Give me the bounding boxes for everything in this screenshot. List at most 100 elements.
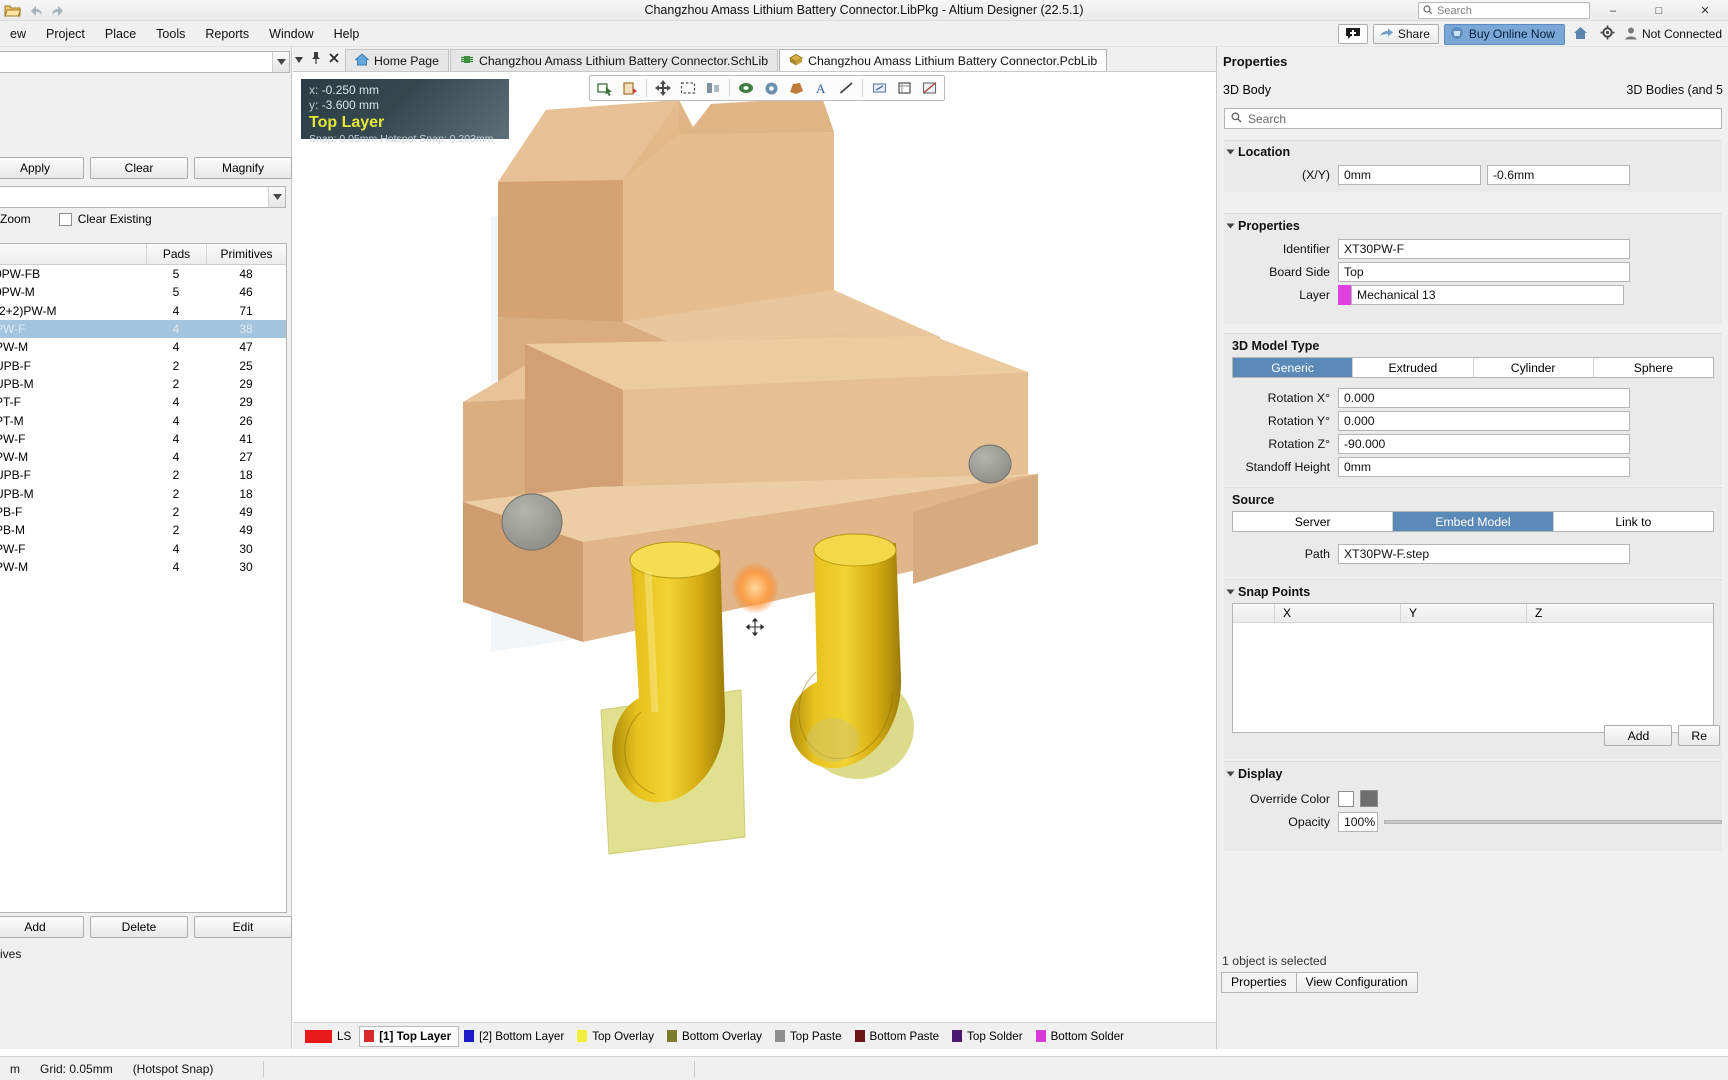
chevron-down-icon[interactable] <box>272 52 289 72</box>
menu-reports[interactable]: Reports <box>195 22 259 46</box>
add-snap-point-button[interactable]: Add <box>1604 725 1673 746</box>
properties-search-input[interactable]: Search <box>1224 108 1722 129</box>
place-line-icon[interactable] <box>834 77 858 99</box>
layer-color-swatch[interactable] <box>1338 284 1351 305</box>
model-type-option-sphere[interactable]: Sphere <box>1593 358 1713 377</box>
pcb-3d-canvas[interactable]: A x: -0.250 mm y: -3.600 mm Top Layer Sn… <box>293 72 1216 1022</box>
place-via-icon[interactable] <box>759 77 783 99</box>
column-header-name[interactable] <box>0 244 146 265</box>
source-segmented-control[interactable]: Server Embed Model Link to <box>1232 511 1714 532</box>
select-area-icon[interactable] <box>676 77 700 99</box>
chevron-down-icon-2[interactable] <box>268 187 285 207</box>
doc-tab-home-page[interactable]: Home Page <box>345 49 449 71</box>
snap-points-header[interactable]: Snap Points <box>1224 580 1722 600</box>
column-header-primitives[interactable]: Primitives <box>206 243 286 265</box>
location-y-input[interactable]: -0.6mm <box>1487 164 1630 185</box>
table-row[interactable]: 0PW-FB 5 48 <box>0 265 286 283</box>
model-type-segmented-control[interactable]: Generic Extruded Cylinder Sphere <box>1232 357 1714 378</box>
menu-tools[interactable]: Tools <box>146 22 195 46</box>
close-button[interactable]: ✕ <box>1682 0 1728 21</box>
place-pad-icon[interactable] <box>734 77 758 99</box>
menu-window[interactable]: Window <box>259 22 323 46</box>
doc-tab-pcblib[interactable]: Changzhou Amass Lithium Battery Connecto… <box>779 49 1108 71</box>
secondary-filter-combo[interactable] <box>0 186 286 208</box>
settings-button[interactable] <box>1597 24 1619 45</box>
remove-snap-point-button[interactable]: Re <box>1678 725 1720 746</box>
table-row[interactable]: PB-F 2 49 <box>0 503 286 521</box>
layer-tab-bottom-overlay[interactable]: Bottom Overlay <box>662 1026 770 1047</box>
table-row[interactable]: PT-M 4 26 <box>0 411 286 429</box>
place-dimension-icon[interactable] <box>867 77 891 99</box>
add-component-button[interactable]: Add <box>0 916 84 938</box>
location-x-input[interactable]: 0mm <box>1338 164 1481 185</box>
table-row[interactable]: PT-F 4 29 <box>0 393 286 411</box>
board-side-select[interactable]: Top <box>1338 261 1630 282</box>
table-row[interactable]: UPB-M 2 29 <box>0 375 286 393</box>
snap-points-table[interactable]: X Y Z <box>1232 603 1714 733</box>
place-keepout-icon[interactable] <box>917 77 941 99</box>
table-row[interactable]: UPB-M 2 18 <box>0 485 286 503</box>
buy-online-button[interactable]: Buy Online Now <box>1443 23 1565 45</box>
table-row[interactable]: UPB-F 2 18 <box>0 466 286 484</box>
override-color-swatch[interactable] <box>1360 790 1378 807</box>
location-section-header[interactable]: Location <box>1224 141 1722 161</box>
table-row[interactable]: PW-F 4 41 <box>0 430 286 448</box>
global-search-input[interactable]: Search <box>1418 2 1590 19</box>
menu-help[interactable]: Help <box>324 22 370 46</box>
pcb-edit-toolbar[interactable]: A <box>589 75 945 101</box>
layer-select[interactable]: Mechanical 13 <box>1351 284 1624 305</box>
doc-tab-schlib[interactable]: Changzhou Amass Lithium Battery Connecto… <box>449 49 779 71</box>
tab-properties[interactable]: Properties <box>1221 972 1297 993</box>
layer-tab-top-overlay[interactable]: Top Overlay <box>572 1026 662 1047</box>
layer-tab-top-solder[interactable]: Top Solder <box>947 1026 1030 1047</box>
layer-tab-bottom-paste[interactable]: Bottom Paste <box>850 1026 948 1047</box>
rotation-y-input[interactable]: 0.000 <box>1338 410 1630 431</box>
menu-project[interactable]: Project <box>36 22 95 46</box>
table-row[interactable]: PW-M 4 47 <box>0 338 286 356</box>
share-button[interactable]: Share <box>1372 24 1439 44</box>
table-row[interactable]: PB-M 2 49 <box>0 521 286 539</box>
edit-component-button[interactable]: Edit <box>194 916 292 938</box>
model-type-option-generic[interactable]: Generic <box>1233 358 1354 377</box>
model-type-option-extruded[interactable]: Extruded <box>1353 358 1474 377</box>
rotation-z-input[interactable]: -90.000 <box>1338 433 1630 454</box>
identifier-input[interactable]: XT30PW-F <box>1338 238 1630 259</box>
opacity-slider[interactable] <box>1384 812 1722 832</box>
clear-button[interactable]: Clear <box>90 157 188 179</box>
magnify-button[interactable]: Magnify <box>194 157 292 179</box>
layer-tab-bottom-solder[interactable]: Bottom Solder <box>1031 1026 1132 1047</box>
close-panel-icon[interactable] <box>329 52 339 66</box>
smart-paste-icon[interactable] <box>618 77 642 99</box>
apply-button[interactable]: Apply <box>0 157 84 179</box>
menu-view[interactable]: ew <box>0 22 36 46</box>
display-header[interactable]: Display <box>1224 762 1722 782</box>
opacity-input[interactable]: 100% <box>1338 811 1378 832</box>
menu-place[interactable]: Place <box>95 22 146 46</box>
layer-tab-1-top-layer[interactable]: [1] Top Layer <box>359 1025 460 1047</box>
pin-icon[interactable] <box>311 51 321 67</box>
table-row[interactable]: (2+2)PW-M 4 71 <box>0 302 286 320</box>
path-input[interactable]: XT30PW-F.step <box>1338 543 1630 564</box>
place-string-icon[interactable]: A <box>809 77 833 99</box>
delete-component-button[interactable]: Delete <box>90 916 188 938</box>
dropdown-arrow-icon[interactable] <box>295 52 303 66</box>
place-component-body-icon[interactable] <box>892 77 916 99</box>
place-region-icon[interactable] <box>784 77 808 99</box>
mask-filter-combo[interactable] <box>0 51 290 73</box>
align-icon[interactable] <box>701 77 725 99</box>
source-option-embed-model[interactable]: Embed Model <box>1393 512 1554 531</box>
override-color-checkbox[interactable] <box>1338 790 1354 807</box>
layer-tab-2-bottom-layer[interactable]: [2] Bottom Layer <box>459 1026 572 1047</box>
model-type-option-cylinder[interactable]: Cylinder <box>1473 358 1594 377</box>
move-icon[interactable] <box>651 77 675 99</box>
tab-view-configuration[interactable]: View Configuration <box>1295 972 1418 993</box>
home-button[interactable] <box>1570 24 1592 45</box>
table-row[interactable]: PW-M 4 27 <box>0 448 286 466</box>
column-header-pads[interactable]: Pads <box>146 243 206 265</box>
select-touching-icon[interactable] <box>593 77 617 99</box>
layer-tab-top-paste[interactable]: Top Paste <box>770 1026 850 1047</box>
source-option-server[interactable]: Server <box>1233 512 1394 531</box>
table-row[interactable]: PW-F 4 30 <box>0 539 286 557</box>
rotation-x-input[interactable]: 0.000 <box>1338 387 1630 408</box>
table-row[interactable]: 0PW-M 5 46 <box>0 283 286 301</box>
